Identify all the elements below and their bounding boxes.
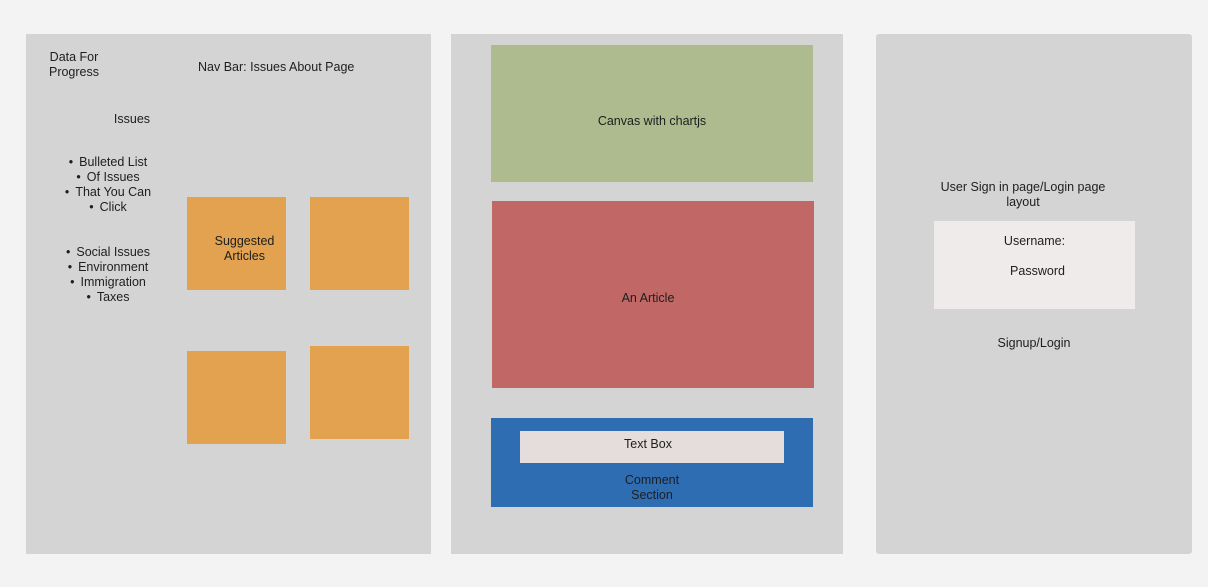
login-form: Username: Password xyxy=(934,221,1135,309)
list-item: Click xyxy=(48,200,168,215)
list-item: Of Issues xyxy=(48,170,168,185)
site-logo-line: Progress xyxy=(48,65,100,79)
suggested-article-card[interactable] xyxy=(310,346,409,439)
article-page-frame: Canvas with chartjs An Article Text Box … xyxy=(451,34,843,554)
password-field[interactable]: Password xyxy=(937,264,1138,278)
comment-text-box[interactable]: Text Box xyxy=(520,431,784,463)
issues-heading: Issues xyxy=(113,112,151,126)
username-field[interactable]: Username: xyxy=(934,234,1135,248)
comment-section-label: Comment Section xyxy=(491,473,813,503)
issue-link-environment[interactable]: Environment xyxy=(48,260,168,275)
article-block: An Article xyxy=(492,201,814,388)
suggested-articles-label: Suggested Articles xyxy=(187,234,302,264)
issues-page-frame: Data For Progress Nav Bar: Issues About … xyxy=(26,34,431,554)
signup-login-button[interactable]: Signup/Login xyxy=(972,336,1096,350)
chart-canvas-label: Canvas with chartjs xyxy=(597,114,707,128)
site-logo-line: Data For xyxy=(49,50,99,64)
login-page-title: User Sign in page/Login page layout xyxy=(913,180,1133,210)
issue-link-taxes[interactable]: Taxes xyxy=(48,290,168,305)
suggested-article-card[interactable]: Suggested Articles xyxy=(187,197,286,290)
suggested-articles-line: Articles xyxy=(224,249,265,263)
comment-text-box-label: Text Box xyxy=(624,437,672,451)
list-item: Bulleted List xyxy=(48,155,168,170)
nav-bar[interactable]: Nav Bar: Issues About Page xyxy=(198,60,354,74)
suggested-article-card[interactable] xyxy=(187,351,286,444)
comment-section: Text Box Comment Section xyxy=(491,418,813,507)
suggested-article-card[interactable] xyxy=(310,197,409,290)
list-item: That You Can xyxy=(48,185,168,200)
site-logo[interactable]: Data For Progress xyxy=(34,50,114,80)
nav-bar-label: Nav Bar: Issues About Page xyxy=(198,60,355,74)
issue-link-immigration[interactable]: Immigration xyxy=(48,275,168,290)
login-page-frame: User Sign in page/Login page layout User… xyxy=(876,34,1192,554)
comment-section-line: Section xyxy=(631,488,673,502)
issues-description-list: Bulleted List Of Issues That You Can Cli… xyxy=(48,155,168,215)
issues-topic-list: Social Issues Environment Immigration Ta… xyxy=(48,245,168,305)
issue-link-social-issues[interactable]: Social Issues xyxy=(48,245,168,260)
comment-section-line: Comment xyxy=(624,473,680,487)
chart-canvas: Canvas with chartjs xyxy=(491,45,813,182)
login-page-title-line: User Sign in page/Login page xyxy=(940,180,1106,194)
article-label: An Article xyxy=(621,291,675,305)
login-page-title-line: layout xyxy=(1006,195,1040,209)
suggested-articles-line: Suggested xyxy=(214,234,275,248)
